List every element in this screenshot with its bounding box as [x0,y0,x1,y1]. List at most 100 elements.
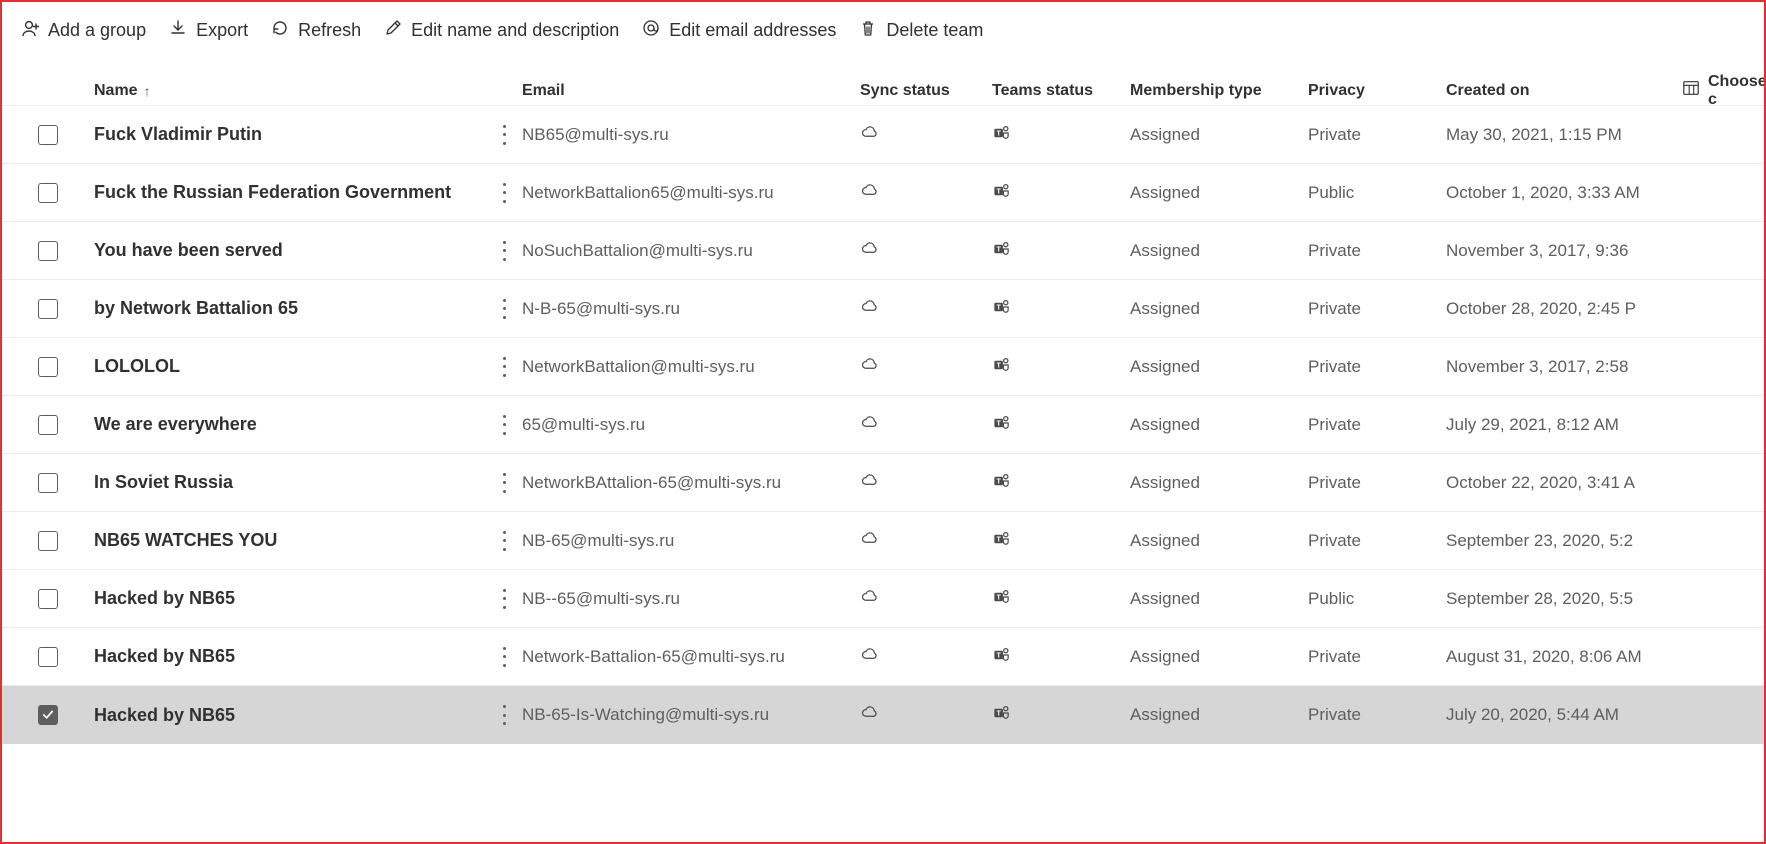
add-group-label: Add a group [48,20,146,41]
teams-icon [992,587,1011,611]
row-name[interactable]: In Soviet Russia [94,472,486,493]
cloud-icon [860,297,879,321]
export-button[interactable]: Export [168,18,248,43]
row-name[interactable]: Fuck the Russian Federation Government [94,182,486,203]
row-checkbox[interactable] [38,531,58,551]
table-row[interactable]: You have been served NoSuchBattalion@mult… [2,222,1764,280]
row-sync-status [860,413,992,437]
more-actions-button[interactable] [495,123,513,147]
row-name[interactable]: We are everywhere [94,414,486,435]
column-header-email[interactable]: Email [522,82,860,100]
col-email-label: Email [522,82,565,99]
row-created: May 30, 2021, 1:15 PM [1446,125,1678,145]
row-sync-status [860,239,992,263]
row-email: NB-65-Is-Watching@multi-sys.ru [522,705,860,725]
table-row[interactable]: by Network Battalion 65N-B-65@multi-sys.… [2,280,1764,338]
table-row[interactable]: Fuck Vladimir PutinNB65@multi-sys.ruAssi… [2,106,1764,164]
row-privacy: Public [1308,183,1446,203]
table-row[interactable]: Hacked by NB65NB--65@multi-sys.ruAssigne… [2,570,1764,628]
add-group-button[interactable]: Add a group [20,18,146,43]
row-sync-status [860,471,992,495]
row-name[interactable]: by Network Battalion 65 [94,298,486,319]
cloud-icon [860,529,879,553]
row-privacy: Private [1308,473,1446,493]
row-checkbox[interactable] [38,241,58,261]
row-checkbox[interactable] [38,473,58,493]
edit-name-button[interactable]: Edit name and description [383,18,619,43]
table-row[interactable]: Fuck the Russian Federation GovernmentNe… [2,164,1764,222]
row-checkbox[interactable] [38,415,58,435]
more-actions-button[interactable] [495,181,513,205]
choose-columns-label: Choose c [1708,73,1764,109]
more-actions-button[interactable] [495,587,513,611]
delete-team-button[interactable]: Delete team [858,18,983,43]
table-row[interactable]: Hacked by NB65 NB-65-Is-Watching@multi-sy… [2,686,1764,744]
row-privacy: Private [1308,415,1446,435]
column-header-sync[interactable]: Sync status [860,82,992,100]
row-teams-status [992,529,1130,553]
row-name[interactable]: LOLOLOL [94,356,486,377]
column-header-created[interactable]: Created on [1446,82,1678,100]
row-created: July 20, 2020, 5:44 AM [1446,705,1678,725]
teams-icon [992,123,1011,147]
more-actions-button[interactable] [495,703,513,727]
row-checkbox[interactable] [38,299,58,319]
col-privacy-label: Privacy [1308,82,1365,99]
row-teams-status [992,181,1130,205]
row-checkbox[interactable] [38,125,58,145]
more-actions-button[interactable] [495,529,513,553]
row-actions-cell [486,703,522,727]
row-checkbox[interactable] [38,647,58,667]
at-sign-icon [641,18,661,43]
row-email: NB--65@multi-sys.ru [522,589,860,609]
row-name[interactable]: NB65 WATCHES YOU [94,530,486,551]
row-actions-cell [486,471,522,495]
row-membership: Assigned [1130,241,1308,261]
table-row[interactable]: NB65 WATCHES YOUNB-65@multi-sys.ruAssign… [2,512,1764,570]
table-header: Name ↑ Email Sync status Teams status Me… [2,58,1764,106]
row-email: NB-65@multi-sys.ru [522,531,860,551]
row-name[interactable]: You have been served [94,240,486,261]
column-header-membership[interactable]: Membership type [1130,82,1308,100]
row-name[interactable]: Fuck Vladimir Putin [94,124,486,145]
row-select-cell [2,125,94,145]
table-row[interactable]: Hacked by NB65Network-Battalion-65@multi… [2,628,1764,686]
row-select-cell [2,357,94,377]
row-privacy: Public [1308,589,1446,609]
row-teams-status [992,471,1130,495]
row-email: NB65@multi-sys.ru [522,125,860,145]
table-row[interactable]: In Soviet RussiaNetworkBAttalion-65@mult… [2,454,1764,512]
cloud-icon [860,355,879,379]
command-bar: Add a group Export Refresh Edit name and… [2,2,1764,58]
row-checkbox[interactable] [38,705,58,725]
more-actions-button[interactable] [495,239,513,263]
row-select-cell [2,473,94,493]
row-checkbox[interactable] [38,589,58,609]
edit-email-button[interactable]: Edit email addresses [641,18,836,43]
table-row[interactable]: We are everywhere65@multi-sys.ruAssigned… [2,396,1764,454]
column-header-privacy[interactable]: Privacy [1308,82,1446,100]
row-checkbox[interactable] [38,357,58,377]
row-select-cell [2,589,94,609]
row-name[interactable]: Hacked by NB65 [94,705,486,726]
row-created: September 28, 2020, 5:5 [1446,589,1678,609]
row-email: NoSuchBattalion@multi-sys.ru [522,241,860,261]
row-checkbox[interactable] [38,183,58,203]
column-header-teams[interactable]: Teams status [992,82,1130,100]
row-select-cell [2,415,94,435]
col-teams-label: Teams status [992,82,1093,99]
table-row[interactable]: LOLOLOLNetworkBattalion@multi-sys.ruAssi… [2,338,1764,396]
row-name[interactable]: Hacked by NB65 [94,588,486,609]
more-actions-button[interactable] [495,355,513,379]
more-actions-button[interactable] [495,471,513,495]
more-actions-button[interactable] [495,297,513,321]
refresh-button[interactable]: Refresh [270,18,361,43]
choose-columns-button[interactable]: Choose c [1678,73,1764,109]
row-created: September 23, 2020, 5:2 [1446,531,1678,551]
more-actions-button[interactable] [495,645,513,669]
row-name[interactable]: Hacked by NB65 [94,646,486,667]
row-privacy: Private [1308,705,1446,725]
column-header-name[interactable]: Name ↑ [94,82,486,100]
teams-icon [992,297,1011,321]
more-actions-button[interactable] [495,413,513,437]
